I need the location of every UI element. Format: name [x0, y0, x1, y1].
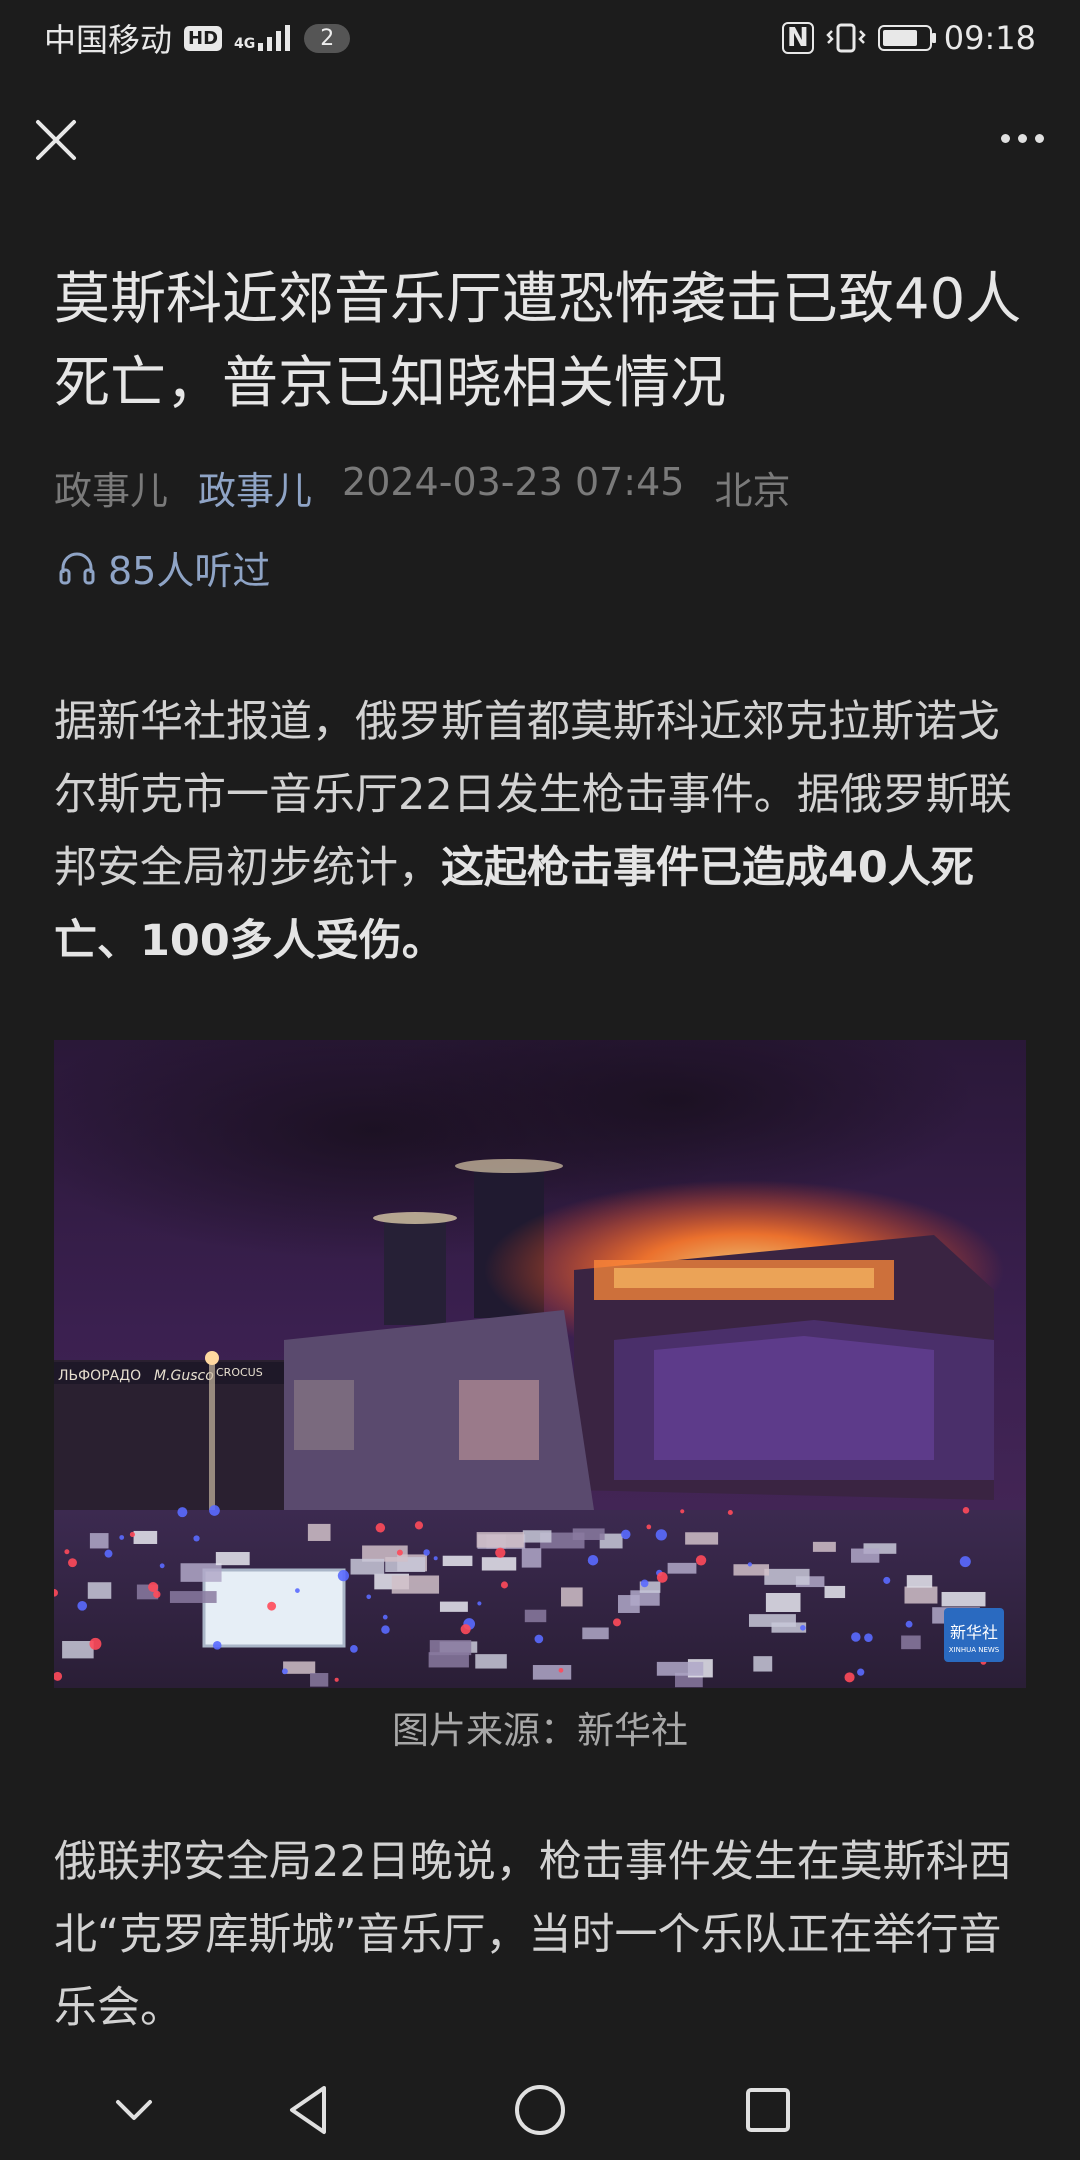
signal-icon: 4G [234, 25, 292, 51]
more-icon-dot [1034, 133, 1044, 143]
vibrate-icon [826, 23, 866, 53]
article-toolbar [0, 100, 1080, 180]
network-type-label: 4G [234, 36, 256, 52]
photo-sign-1: ЛЬФОРАДО [58, 1368, 141, 1384]
more-icon-dot [1000, 133, 1010, 143]
system-nav-bar [0, 2050, 1080, 2160]
close-icon [36, 120, 76, 160]
author-link[interactable]: 政事儿 [198, 460, 312, 515]
article-photo[interactable]: ЛЬФОРАДО M.Gusco CROCUS 新华社 XINHUA NEWS [54, 1040, 1026, 1688]
carrier-label: 中国移动 [44, 21, 173, 59]
home-button[interactable] [510, 2080, 570, 2140]
clock-label: 09:18 [943, 19, 1036, 57]
article-title: 莫斯科近郊音乐厅遭恐怖袭击已致40人死亡，普京已知晓相关情况 [54, 267, 1022, 416]
photo-watermark: 新华社 [950, 1623, 998, 1642]
sim-count-badge: 2 [304, 23, 351, 53]
headphones-icon [59, 552, 95, 584]
battery-icon [877, 25, 936, 51]
status-bar: 中国移动 HD 4G 2 N 09:18 [0, 0, 1080, 76]
close-button[interactable] [34, 118, 78, 162]
nfc-icon: N [782, 22, 814, 54]
more-icon-dot [1017, 133, 1027, 143]
battery-fill [882, 30, 917, 46]
article-paragraph-1: 据新华社报道，俄罗斯首都莫斯科近郊克拉斯诺戈尔斯克市一音乐厅22日发生枪击事件。… [54, 686, 1026, 978]
back-button[interactable] [280, 2080, 340, 2140]
recents-icon [746, 2088, 790, 2132]
signal-bars-icon [258, 25, 291, 51]
source-label: 政事儿 [54, 469, 169, 513]
publish-datetime: 2024-03-23 07:45 [342, 460, 685, 504]
status-right: N 09:18 [782, 19, 1036, 57]
article-meta: 政事儿 政事儿 2024-03-23 07:45 北京 [54, 460, 790, 515]
photo-watermark-sub: XINHUA NEWS [949, 1646, 1000, 1654]
listen-count-label: 85人听过 [108, 549, 271, 593]
hd-icon: HD [184, 25, 223, 51]
back-icon [290, 2086, 326, 2134]
concert-hall-fire-photo: ЛЬФОРАДО M.Gusco CROCUS 新华社 XINHUA NEWS [54, 1040, 1026, 1688]
listen-count[interactable]: 85人听过 [58, 540, 270, 595]
collapse-button[interactable] [104, 2080, 164, 2140]
article-paragraph-2: 俄联邦安全局22日晚说，枪击事件发生在莫斯科西北“克罗库斯城”音乐厅，当时一个乐… [54, 1837, 1012, 2033]
collapse-icon [116, 2100, 152, 2120]
recents-button[interactable] [738, 2080, 798, 2140]
status-left: 中国移动 HD 4G 2 [44, 15, 351, 61]
location-label: 北京 [714, 469, 791, 513]
photo-sign-2: M.Gusco [154, 1368, 214, 1384]
more-button[interactable] [992, 118, 1052, 158]
photo-sign-3: CROCUS [216, 1366, 263, 1379]
photo-caption: 图片来源：新华社 [392, 1709, 688, 1752]
home-icon [515, 2085, 565, 2135]
